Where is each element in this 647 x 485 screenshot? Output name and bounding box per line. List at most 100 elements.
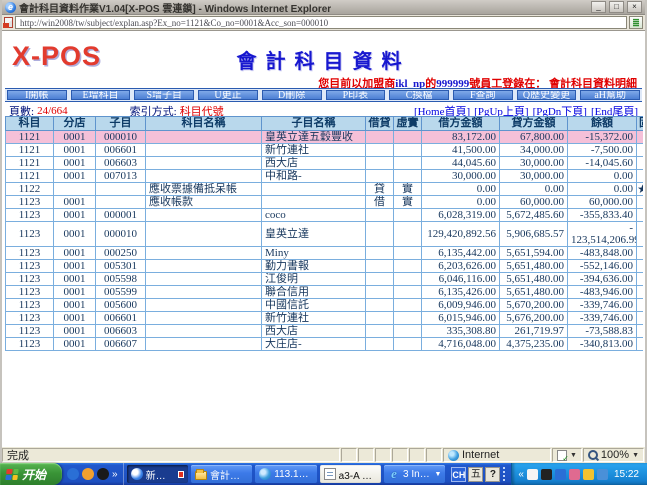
alert-tray-icon[interactable]: [583, 469, 594, 480]
task-button-3[interactable]: 113.105.131...: [255, 465, 316, 483]
maximize-button[interactable]: □: [609, 1, 624, 13]
table-row[interactable]: 11230001000250Miny6,135,442.005,651,594.…: [6, 247, 644, 260]
table-cell: 0001: [54, 144, 96, 157]
table-cell: [366, 260, 394, 273]
table-cell: 實: [394, 196, 422, 209]
ime-help-button[interactable]: ?: [485, 467, 500, 482]
task-button-4[interactable]: a3-A 會計傳...: [320, 465, 381, 483]
table-cell: 借: [366, 196, 394, 209]
task-dropdown-icon[interactable]: ▼: [434, 471, 441, 478]
table-cell: 000250: [96, 247, 146, 260]
table-cell: [366, 273, 394, 286]
toolbar-button-5[interactable]: D刪除: [262, 90, 322, 100]
table-cell: [366, 247, 394, 260]
table-cell: 6,135,426.00: [422, 286, 500, 299]
toolbar-button-9[interactable]: Q歷史變更: [517, 90, 577, 100]
table-row[interactable]: 11230001應收帳款借實0.0060,000.0060,000.00: [6, 196, 644, 209]
task-button-5[interactable]: e3 Internet...▼: [384, 465, 445, 483]
table-row[interactable]: 11230001006603西大店335,308.80261,719.97-73…: [6, 325, 644, 338]
url-input[interactable]: http://win2008/tw/subject/explan.asp?Ex_…: [15, 16, 627, 29]
ime-indicator[interactable]: 五: [468, 467, 483, 482]
toolbar-button-8[interactable]: F查詢: [453, 90, 513, 100]
table-cell: [637, 338, 644, 351]
zoom-level: 100%: [601, 449, 629, 461]
smiley-quicklaunch-icon[interactable]: [82, 468, 94, 480]
table-cell: 000010: [96, 222, 146, 247]
network-tray-icon[interactable]: [597, 469, 608, 480]
toolbar-button-2[interactable]: E增科目: [71, 90, 131, 100]
table-row[interactable]: 11210001006603西大店44,045.6030,000.00-14,0…: [6, 157, 644, 170]
table-cell: [146, 299, 262, 312]
table-cell: 261,719.97: [500, 325, 568, 338]
table-cell: [146, 325, 262, 338]
table-cell: 000001: [96, 209, 146, 222]
table-row[interactable]: 11230001005598江俊明6,046,116.005,651,480.0…: [6, 273, 644, 286]
table-cell: 皇英立達五穀豐收: [262, 131, 366, 144]
table-cell: 6,203,626.00: [422, 260, 500, 273]
table-row[interactable]: 11230001000001coco6,028,319.005,672,485.…: [6, 209, 644, 222]
zoom-control[interactable]: 100% ▼: [583, 448, 644, 462]
toolbar-button-1[interactable]: I開帳: [7, 90, 67, 100]
table-cell: 6,046,116.00: [422, 273, 500, 286]
langbar-drag-handle[interactable]: [503, 467, 507, 481]
table-row[interactable]: 11210001007013中和路-30,000.0030,000.000.00: [6, 170, 644, 183]
sina-uc-quicklaunch-icon[interactable]: [67, 468, 79, 480]
table-cell: 應收帳款: [146, 196, 262, 209]
task-button-1[interactable]: 新浪UC: [127, 465, 188, 483]
column-header: 固: [637, 117, 644, 131]
table-cell: [366, 209, 394, 222]
table-cell: [637, 325, 644, 338]
toolbar-button-7[interactable]: C換檔: [389, 90, 449, 100]
table-cell: 0.00: [422, 183, 500, 196]
table-cell: 005600: [96, 299, 146, 312]
column-header: 借貸: [366, 117, 394, 131]
table-cell: [146, 286, 262, 299]
status-text: 完成: [2, 448, 340, 462]
table-row[interactable]: 11230001006601新竹連社6,015,946.005,676,200.…: [6, 312, 644, 325]
page-menu[interactable]: ▼: [552, 448, 582, 462]
table-cell: 5,651,594.00: [500, 247, 568, 260]
table-cell: 1123: [6, 222, 54, 247]
table-cell: Miny: [262, 247, 366, 260]
table-cell: 006601: [96, 312, 146, 325]
table-row[interactable]: 11210001000010皇英立達五穀豐收83,172.0067,800.00…: [6, 131, 644, 144]
document-tray-icon[interactable]: [527, 469, 538, 480]
table-cell: - 123,514,206.99: [568, 222, 637, 247]
toolbar-button-3[interactable]: S增子目: [134, 90, 194, 100]
table-cell: 005598: [96, 273, 146, 286]
toolbar-button-4[interactable]: U更正: [198, 90, 258, 100]
table-row[interactable]: 11230001005301勤力書報6,203,626.005,651,480.…: [6, 260, 644, 273]
status-pane-2: [358, 448, 374, 462]
quicklaunch-more-icon[interactable]: »: [112, 469, 118, 480]
ie-icon: e: [388, 468, 400, 480]
close-button[interactable]: ×: [627, 1, 642, 13]
table-cell: [637, 209, 644, 222]
feed-icon[interactable]: ≣: [629, 16, 643, 29]
tray-collapse-icon[interactable]: «: [518, 469, 524, 480]
table-row[interactable]: 11230001006607大庄店-4,716,048.004,375,235.…: [6, 338, 644, 351]
table-cell: 聯合信用: [262, 286, 366, 299]
table-cell: [146, 260, 262, 273]
table-row[interactable]: 11230001005599聯合信用6,135,426.005,651,480.…: [6, 286, 644, 299]
minimize-button[interactable]: _: [591, 1, 606, 13]
qq2-tray-icon[interactable]: [569, 469, 580, 480]
table-row[interactable]: 11230001005600中國信託6,009,946.005,670,200.…: [6, 299, 644, 312]
start-button[interactable]: 开始: [0, 463, 62, 485]
table-cell: [394, 157, 422, 170]
table-cell: 中國信託: [262, 299, 366, 312]
table-cell: 0.00: [422, 196, 500, 209]
table-row[interactable]: 11210001006601新竹連社41,500.0034,000.00-7,5…: [6, 144, 644, 157]
messenger-tray-icon[interactable]: [555, 469, 566, 480]
toolbar-button-10[interactable]: aH幫助: [580, 90, 640, 100]
table-cell: [146, 170, 262, 183]
toolbar-button-6[interactable]: P印表: [326, 90, 386, 100]
task-button-2[interactable]: 會計傳票登錄: [191, 465, 252, 483]
table-cell: [366, 338, 394, 351]
qq-tray-icon[interactable]: [541, 469, 552, 480]
language-indicator[interactable]: CH: [451, 467, 466, 482]
qq-quicklaunch-icon[interactable]: [97, 468, 109, 480]
table-row[interactable]: 11230001000010皇英立達129,420,892.565,906,68…: [6, 222, 644, 247]
table-cell: 006603: [96, 157, 146, 170]
task-buttons: 新浪UC會計傳票登錄113.105.131...a3-A 會計傳...e3 In…: [124, 465, 449, 483]
table-row[interactable]: 1122應收票據備抵呆帳貸實0.000.000.00★: [6, 183, 644, 196]
